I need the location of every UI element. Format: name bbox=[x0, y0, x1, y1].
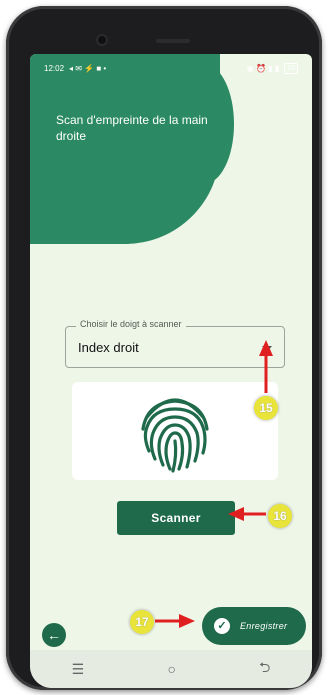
callout-badge-17: 17 bbox=[130, 610, 154, 634]
callout-badge-15: 15 bbox=[254, 396, 278, 420]
callout-badge-16: 16 bbox=[268, 504, 292, 528]
callout-arrow-15 bbox=[155, 340, 273, 628]
